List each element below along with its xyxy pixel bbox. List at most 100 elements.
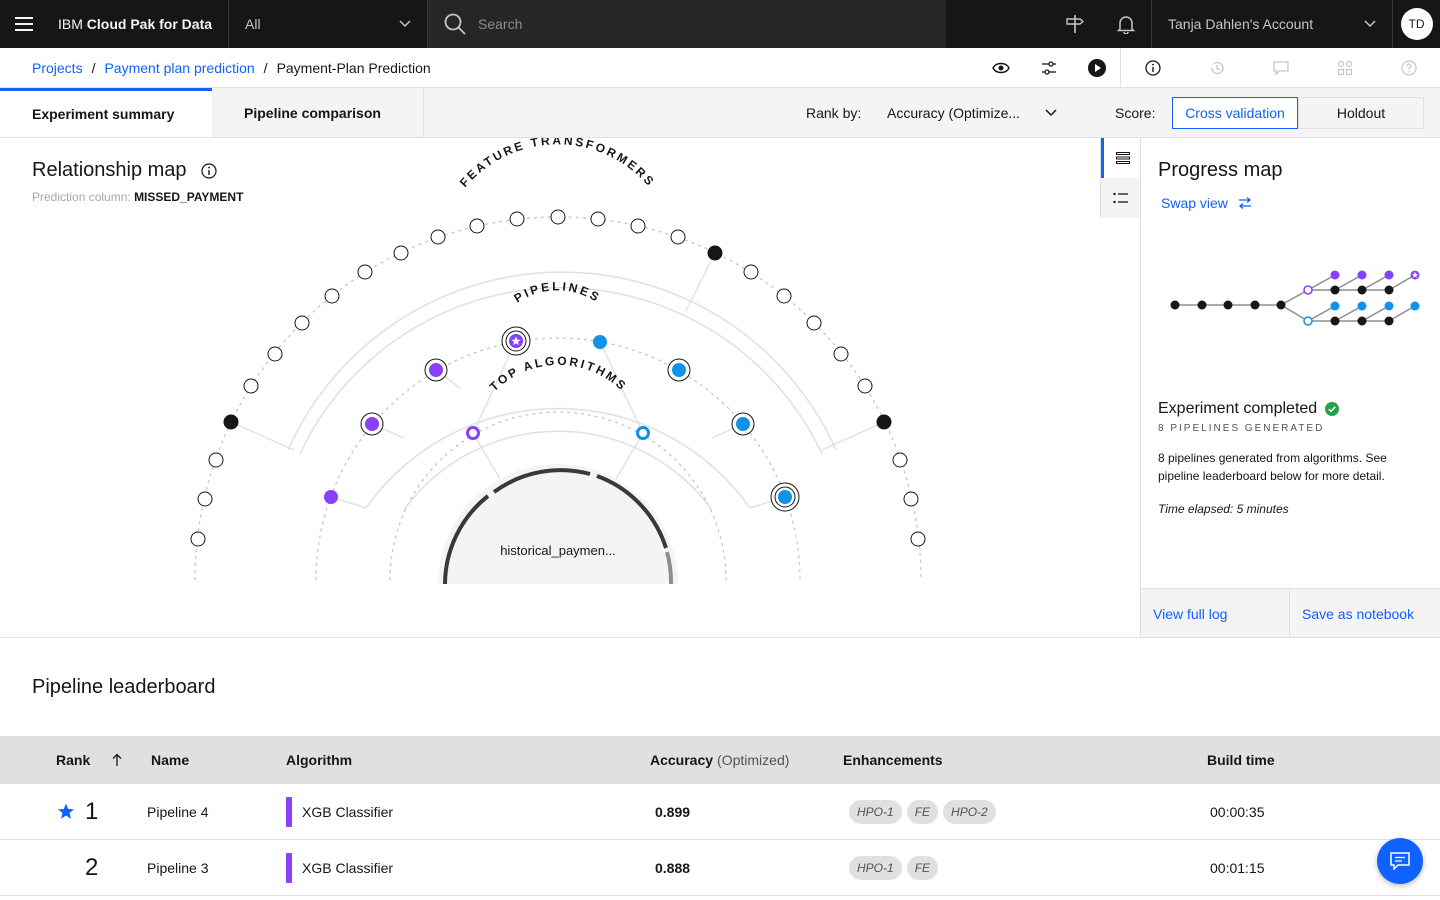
holdout-button[interactable]: Holdout xyxy=(1298,97,1424,129)
scope-value: All xyxy=(245,16,261,32)
column-header-accuracy-note: (Optimized) xyxy=(717,752,790,768)
notification-icon[interactable] xyxy=(1102,0,1150,48)
eye-icon[interactable] xyxy=(981,48,1021,88)
pipeline-node[interactable] xyxy=(324,490,338,504)
list-bulleted-icon xyxy=(1113,192,1128,204)
transformer-node[interactable] xyxy=(630,218,646,234)
progress-node xyxy=(1357,316,1367,326)
run-icon[interactable] xyxy=(1077,48,1117,88)
transformer-node[interactable] xyxy=(857,378,873,394)
chevron-down-icon xyxy=(1364,20,1376,28)
transformer-node[interactable] xyxy=(243,378,259,394)
transformer-node[interactable] xyxy=(430,229,446,245)
column-header-enhancements[interactable]: Enhancements xyxy=(843,736,943,784)
pipeline-node[interactable] xyxy=(360,412,384,436)
transformer-node[interactable] xyxy=(776,288,792,304)
rank-by-label: Rank by: xyxy=(806,104,862,121)
leaderboard-header: Rank Name Algorithm Accuracy (Optimized)… xyxy=(0,736,1440,784)
transformer-node[interactable] xyxy=(910,531,926,547)
scope-dropdown[interactable]: All xyxy=(228,0,428,48)
pipeline-node-best[interactable] xyxy=(501,326,531,356)
cross-validation-button[interactable]: Cross validation xyxy=(1172,97,1298,129)
transformer-node[interactable] xyxy=(743,264,759,280)
help-icon[interactable] xyxy=(1389,48,1429,88)
menu-icon[interactable] xyxy=(0,0,48,48)
search-input[interactable] xyxy=(478,16,898,32)
pipeline-name: Pipeline 3 xyxy=(147,859,209,876)
settings-adjust-icon[interactable] xyxy=(1029,48,1069,88)
search-icon xyxy=(444,13,466,35)
chat-icon[interactable] xyxy=(1261,48,1301,88)
pipeline-node[interactable] xyxy=(593,335,607,349)
swap-icon xyxy=(1238,197,1251,209)
column-header-name[interactable]: Name xyxy=(151,736,189,784)
chevron-down-icon xyxy=(1045,108,1057,116)
view-full-log-button[interactable]: View full log xyxy=(1141,589,1290,638)
transformer-node[interactable] xyxy=(208,452,224,468)
column-header-algorithm[interactable]: Algorithm xyxy=(286,736,352,784)
transformer-node[interactable] xyxy=(806,315,822,331)
breadcrumb-current: Payment-Plan Prediction xyxy=(276,60,431,76)
transformer-node[interactable] xyxy=(267,346,283,362)
save-as-notebook-button[interactable]: Save as notebook xyxy=(1290,589,1440,638)
transformer-node[interactable] xyxy=(903,491,919,507)
algorithm-node-xgb[interactable] xyxy=(466,426,480,440)
product-name[interactable]: IBM Cloud Pak for Data xyxy=(48,16,228,32)
transformer-node[interactable] xyxy=(223,414,239,430)
column-header-build-time[interactable]: Build time xyxy=(1207,736,1275,784)
chevron-down-icon xyxy=(399,20,411,28)
pipeline-name: Pipeline 4 xyxy=(147,803,209,820)
pipeline-node[interactable] xyxy=(667,358,691,382)
progress-graph xyxy=(1170,270,1420,326)
transformer-node[interactable] xyxy=(357,264,373,280)
transformer-node[interactable] xyxy=(833,346,849,362)
tab-label: Experiment summary xyxy=(32,106,175,122)
account-switcher[interactable]: Tanja Dahlen's Account xyxy=(1151,0,1392,48)
tab-pipeline-comparison[interactable]: Pipeline comparison xyxy=(212,88,424,137)
transformer-node[interactable] xyxy=(892,452,908,468)
table-row[interactable]: 2 Pipeline 3 XGB Classifier 0.888 HPO-1 … xyxy=(0,840,1440,896)
dataset-node[interactable]: historical_paymen... xyxy=(438,464,678,584)
rank-by-dropdown[interactable]: Accuracy (Optimize... xyxy=(887,88,1057,137)
swap-view-link[interactable]: Swap view xyxy=(1161,195,1252,211)
progress-node xyxy=(1303,285,1313,295)
transformer-node[interactable] xyxy=(469,218,485,234)
transformer-node[interactable] xyxy=(509,211,525,227)
progress-node xyxy=(1223,300,1233,310)
progress-node xyxy=(1357,285,1367,295)
progress-map-toggle[interactable] xyxy=(1101,138,1141,178)
progress-node xyxy=(1276,300,1286,310)
transformer-node[interactable] xyxy=(190,531,206,547)
breadcrumb-project[interactable]: Payment plan prediction xyxy=(104,60,254,76)
details-toggle[interactable] xyxy=(1101,178,1141,218)
transformer-node[interactable] xyxy=(590,211,606,227)
transformer-node[interactable] xyxy=(393,245,409,261)
user-menu[interactable]: TD xyxy=(1392,0,1440,48)
signpost-icon[interactable] xyxy=(1051,0,1099,48)
transformer-node[interactable] xyxy=(197,491,213,507)
tab-experiment-summary[interactable]: Experiment summary xyxy=(0,88,212,137)
transformer-node[interactable] xyxy=(876,414,892,430)
data-class-icon[interactable] xyxy=(1325,48,1365,88)
transformer-node[interactable] xyxy=(550,209,566,225)
breadcrumb-projects[interactable]: Projects xyxy=(32,60,83,76)
search-bar[interactable] xyxy=(428,0,946,48)
column-header-rank[interactable]: Rank xyxy=(56,736,122,784)
pipeline-node[interactable] xyxy=(770,482,800,512)
chat-assistant-button[interactable] xyxy=(1377,838,1423,884)
table-row[interactable]: 1 Pipeline 4 XGB Classifier 0.899 HPO-1 … xyxy=(0,784,1440,840)
transformer-node[interactable] xyxy=(324,288,340,304)
history-icon[interactable] xyxy=(1197,48,1237,88)
transformer-node[interactable] xyxy=(707,245,723,261)
pipeline-node[interactable] xyxy=(424,358,448,382)
column-header-accuracy[interactable]: Accuracy (Optimized) xyxy=(650,736,789,784)
information-icon[interactable] xyxy=(1133,48,1173,88)
progress-node xyxy=(1410,301,1420,311)
pipeline-node[interactable] xyxy=(731,412,755,436)
experiment-status: Experiment completed xyxy=(1158,400,1340,418)
transformer-node[interactable] xyxy=(294,315,310,331)
progress-node xyxy=(1330,316,1340,326)
transformer-node[interactable] xyxy=(670,229,686,245)
algorithm-node-snap[interactable] xyxy=(636,426,650,440)
progress-node xyxy=(1303,316,1313,326)
